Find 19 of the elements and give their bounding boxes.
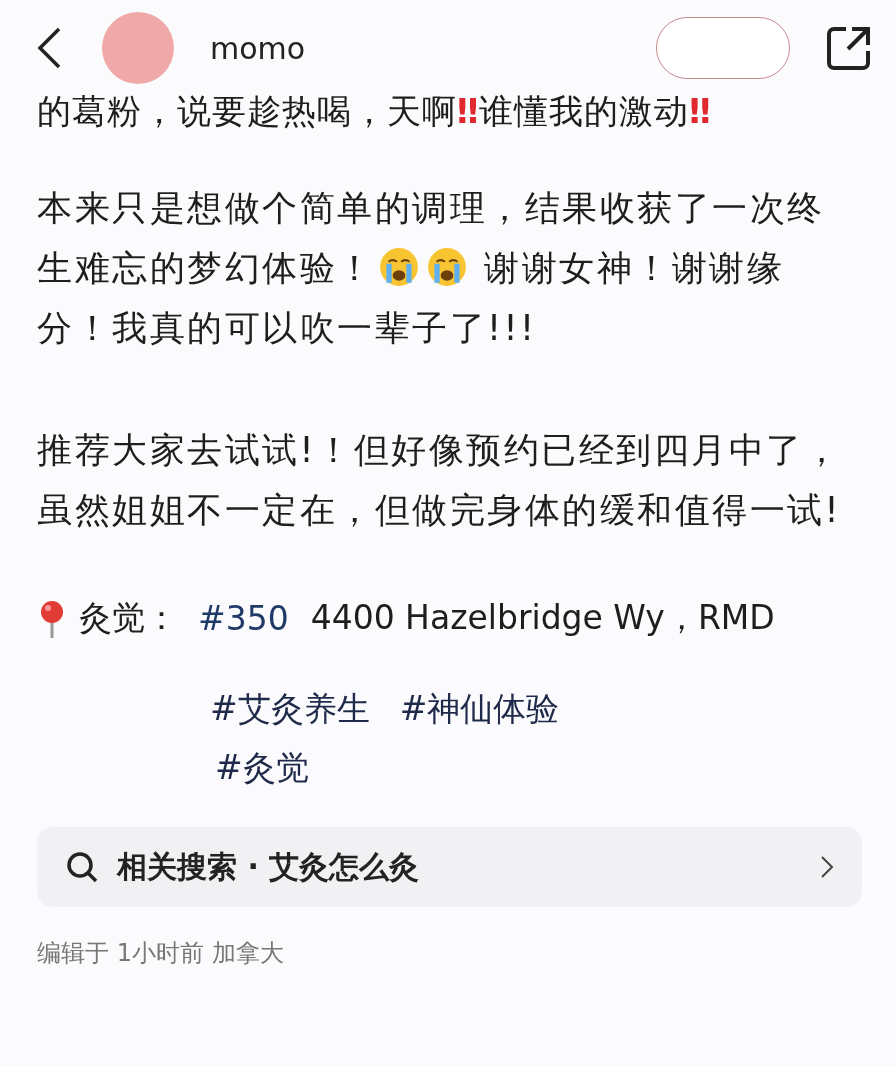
- location-link[interactable]: #350: [198, 599, 289, 638]
- hashtag-link[interactable]: #灸觉: [215, 746, 309, 791]
- search-icon: [65, 850, 99, 884]
- crying-face-icon: [377, 246, 420, 288]
- back-icon[interactable]: [36, 26, 62, 70]
- related-search-bar[interactable]: 相关搜索 · 艾灸怎么灸: [37, 827, 862, 907]
- post-text: 的葛粉，说要趁热喝，天啊‼谁懂我的激动‼: [37, 90, 712, 133]
- edit-time: 编辑于 1小时前 加拿大: [36, 938, 285, 969]
- related-search-label: 相关搜索 · 艾灸怎么灸: [117, 847, 421, 886]
- location-name: 灸觉：: [79, 597, 178, 639]
- location-address: 4400 Hazelbridge Wy，RMD: [310, 597, 775, 639]
- crying-face-icon: [425, 246, 468, 288]
- chevron-right-icon: [820, 855, 834, 879]
- hashtag-link[interactable]: #艾灸养生: [210, 687, 370, 732]
- post-text: 本来只是想做个简单的调理，结果收获了一次终生难忘的梦幻体验！ 谢谢女神！谢谢缘分！我真的可以吹一辈子了!!!: [37, 187, 826, 350]
- share-icon[interactable]: [826, 25, 872, 71]
- username[interactable]: momo: [210, 30, 656, 66]
- hashtag-link[interactable]: #神仙体验: [399, 687, 560, 732]
- post-text: 推荐大家去试试!！但好像预约已经到四月中了，虽然姐姐不一定在，但做完身体的缓和值得一试!: [37, 429, 842, 532]
